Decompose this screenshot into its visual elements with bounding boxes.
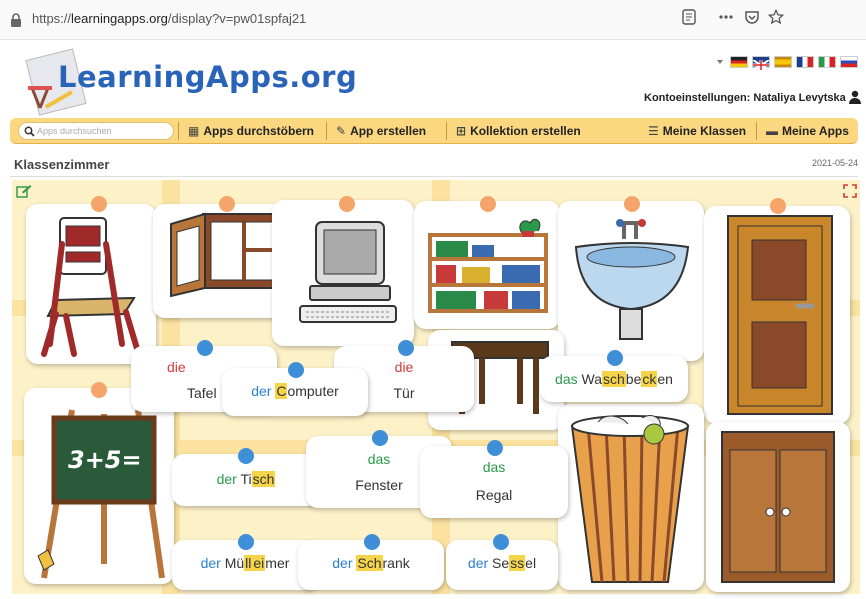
connector-dot[interactable] bbox=[197, 340, 213, 356]
flag-spanish-icon[interactable] bbox=[774, 56, 792, 68]
connector-dot[interactable] bbox=[288, 362, 304, 378]
computer-picture bbox=[299, 221, 397, 323]
picture-card-bookshelf[interactable] bbox=[414, 201, 560, 329]
url-text[interactable]: https://learningapps.org/display?v=pw01s… bbox=[32, 11, 306, 26]
connector-dot[interactable] bbox=[480, 196, 496, 212]
page-title: Klassenzimmer bbox=[14, 157, 110, 172]
search-icon bbox=[24, 126, 35, 137]
nav-browse-apps[interactable]: ▦ Apps durchstöbern bbox=[188, 124, 314, 138]
logo-text[interactable]: LearningApps.org bbox=[58, 60, 357, 94]
nav-separator bbox=[178, 122, 179, 140]
connector-dot[interactable] bbox=[487, 440, 503, 456]
noun-label: Sessel bbox=[492, 555, 537, 571]
account-settings-link[interactable]: Kontoeinstellungen: Nataliya Levytska bbox=[644, 92, 846, 104]
flag-english-icon[interactable] bbox=[752, 56, 770, 71]
lock-icon bbox=[11, 13, 21, 27]
more-options-icon[interactable] bbox=[718, 9, 734, 25]
folder-icon: ▬ bbox=[766, 124, 778, 138]
edit-app-icon[interactable] bbox=[16, 184, 32, 198]
blackboard-picture: 3+5= bbox=[37, 409, 165, 579]
article-label: der bbox=[467, 555, 489, 571]
nav-create-app[interactable]: ✎ App erstellen bbox=[336, 124, 426, 138]
wardrobe-picture bbox=[721, 431, 835, 583]
collection-icon: ⊞ bbox=[456, 124, 467, 138]
noun-label: Schrank bbox=[356, 555, 410, 571]
noun-label: Regal bbox=[475, 487, 513, 503]
connector-dot[interactable] bbox=[493, 534, 509, 550]
picture-card-wardrobe[interactable] bbox=[706, 422, 850, 592]
search-placeholder: Apps durchsuchen bbox=[37, 126, 112, 136]
flag-german-icon[interactable] bbox=[730, 56, 748, 68]
reader-view-icon[interactable] bbox=[682, 9, 696, 25]
grid-icon: ▦ bbox=[188, 124, 200, 138]
connector-dot[interactable] bbox=[364, 534, 380, 550]
article-label: der bbox=[216, 471, 237, 487]
word-card-regal[interactable]: das Regal bbox=[420, 446, 568, 518]
pencil-icon: ✎ bbox=[336, 124, 347, 138]
wastebasket-picture bbox=[570, 415, 690, 583]
nav-my-apps[interactable]: ▬ Meine Apps bbox=[766, 124, 849, 138]
connector-dot[interactable] bbox=[770, 198, 786, 214]
nav-separator bbox=[326, 122, 327, 140]
article-label: das bbox=[482, 459, 506, 475]
connector-dot[interactable] bbox=[624, 196, 640, 212]
chair-picture bbox=[41, 217, 141, 357]
fullscreen-icon[interactable] bbox=[843, 184, 857, 198]
user-icon[interactable] bbox=[848, 90, 862, 104]
article-label: der bbox=[332, 555, 353, 571]
connector-dot[interactable] bbox=[219, 196, 235, 212]
dropdown-arrow-icon[interactable] bbox=[716, 58, 724, 66]
connector-dot[interactable] bbox=[339, 196, 355, 212]
picture-card-wastebasket[interactable] bbox=[558, 404, 704, 590]
search-input[interactable]: Apps durchsuchen bbox=[18, 122, 174, 140]
sink-picture bbox=[574, 219, 690, 340]
connector-dot[interactable] bbox=[91, 196, 107, 212]
picture-card-sink[interactable] bbox=[558, 201, 704, 361]
connector-dot[interactable] bbox=[238, 448, 254, 464]
nav-create-collection[interactable]: ⊞ Kollektion erstellen bbox=[456, 124, 581, 138]
nav-separator bbox=[446, 122, 447, 140]
flag-italian-icon[interactable] bbox=[818, 56, 836, 68]
nav-my-classes[interactable]: ☰ Meine Klassen bbox=[648, 124, 746, 138]
noun-label: Tisch bbox=[240, 471, 276, 487]
connector-dot[interactable] bbox=[238, 534, 254, 550]
article-label: der bbox=[200, 555, 221, 571]
page-date: 2021-05-24 bbox=[812, 158, 859, 168]
divider bbox=[10, 176, 858, 177]
flag-french-icon[interactable] bbox=[796, 56, 814, 68]
browser-url-bar[interactable]: https://learningapps.org/display?v=pw01s… bbox=[0, 0, 866, 40]
connector-dot[interactable] bbox=[398, 340, 414, 356]
noun-label: Computer bbox=[275, 383, 339, 399]
flag-russian-icon[interactable] bbox=[840, 56, 858, 68]
list-icon: ☰ bbox=[648, 124, 659, 138]
article-label: der bbox=[251, 383, 272, 399]
svg-text:3+5=: 3+5= bbox=[68, 446, 142, 474]
picture-card-blackboard[interactable]: 3+5= bbox=[24, 388, 174, 584]
pocket-icon[interactable] bbox=[744, 9, 760, 25]
main-navigation: Apps durchsuchen ▦ Apps durchstöbern ✎ App… bbox=[10, 118, 858, 144]
connector-dot[interactable] bbox=[372, 430, 388, 446]
connector-dot[interactable] bbox=[91, 382, 107, 398]
nav-separator bbox=[756, 122, 757, 140]
noun-label: Waschbecken bbox=[581, 371, 673, 387]
picture-card-computer[interactable] bbox=[272, 200, 414, 346]
picture-card-door[interactable] bbox=[704, 206, 850, 424]
picture-card-chair[interactable] bbox=[26, 204, 156, 364]
connector-dot[interactable] bbox=[607, 350, 623, 366]
bookshelf-picture bbox=[428, 218, 548, 313]
door-picture bbox=[727, 215, 833, 415]
article-label: das bbox=[555, 371, 578, 387]
noun-label: Müll eimer bbox=[224, 555, 290, 571]
bookmark-star-icon[interactable] bbox=[768, 9, 784, 25]
